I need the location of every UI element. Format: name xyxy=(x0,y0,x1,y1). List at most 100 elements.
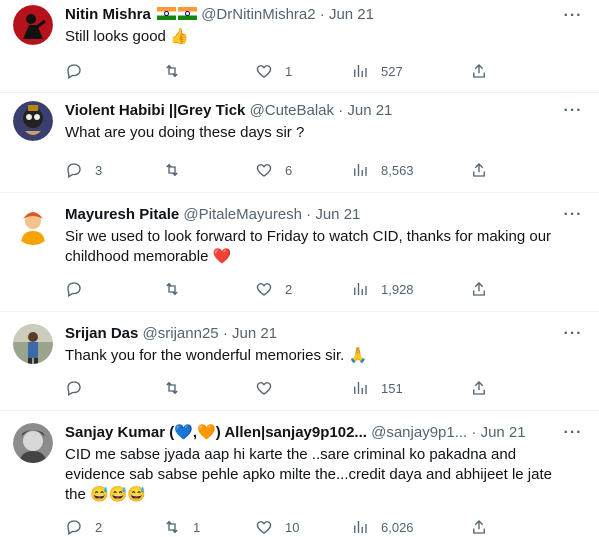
tweet-date[interactable]: Jun 21 xyxy=(481,424,526,441)
tweet-header: Nitin Mishra @DrNitinMishra2 · Jun 21 xyxy=(65,5,559,25)
views-button[interactable]: 527 xyxy=(351,61,403,81)
like-count: 1 xyxy=(285,63,293,79)
author-name[interactable]: Nitin Mishra xyxy=(65,6,151,23)
like-count: 10 xyxy=(285,519,300,535)
like-button[interactable]: 1 xyxy=(255,61,292,81)
separator: · xyxy=(222,325,228,342)
share-icon xyxy=(473,64,485,78)
share-button[interactable] xyxy=(470,517,488,537)
folded-hands-emoji: 🙏 xyxy=(348,347,368,364)
views-icon xyxy=(354,521,367,533)
retweet-button[interactable] xyxy=(163,160,181,180)
retweet-button[interactable] xyxy=(163,279,181,299)
views-icon xyxy=(354,382,367,394)
share-button[interactable] xyxy=(470,378,488,398)
avatar[interactable] xyxy=(13,324,53,364)
more-icon[interactable]: ··· xyxy=(561,324,585,344)
more-icon[interactable]: ··· xyxy=(561,6,585,26)
heart-icon xyxy=(256,164,272,177)
author-name[interactable]: Sanjay Kumar (💙,🧡) Allen|sanjay9p102... xyxy=(65,424,367,441)
tweet[interactable]: Violent Habibi ||Grey Tick @CuteBalak · … xyxy=(0,93,599,193)
like-button[interactable]: 10 xyxy=(255,517,299,537)
sweat-smile-emoji: 😅😅😅 xyxy=(90,486,147,503)
like-button[interactable] xyxy=(255,378,273,398)
avatar[interactable] xyxy=(13,101,53,141)
retweet-button[interactable] xyxy=(163,61,181,81)
like-count: 2 xyxy=(285,281,293,297)
red-heart-emoji: ❤️ xyxy=(212,248,232,265)
reply-icon xyxy=(67,282,81,297)
share-button[interactable] xyxy=(470,160,488,180)
views-count: 1,928 xyxy=(381,281,414,297)
share-icon xyxy=(473,163,485,177)
like-button[interactable]: 6 xyxy=(255,160,292,180)
reply-button[interactable] xyxy=(65,279,83,299)
more-icon[interactable]: ··· xyxy=(561,423,585,443)
reply-feed: Nitin Mishra @DrNitinMishra2 · Jun 21 St… xyxy=(0,0,599,537)
retweet-icon xyxy=(166,64,178,78)
share-icon xyxy=(473,282,485,296)
author-handle[interactable]: @PitaleMayuresh xyxy=(183,206,302,223)
tweet-text: Thank you for the wonderful memories sir… xyxy=(65,346,559,366)
reply-icon xyxy=(67,520,81,535)
retweet-icon xyxy=(166,282,178,296)
like-count: 6 xyxy=(285,162,293,178)
share-button[interactable] xyxy=(470,279,488,299)
views-button[interactable]: 6,026 xyxy=(351,517,414,537)
tweet[interactable]: Mayuresh Pitale @PitaleMayuresh · Jun 21… xyxy=(0,193,599,312)
share-button[interactable] xyxy=(470,61,488,81)
views-count: 151 xyxy=(381,380,403,396)
views-button[interactable]: 151 xyxy=(351,378,403,398)
author-handle[interactable]: @CuteBalak xyxy=(250,102,334,119)
author-handle[interactable]: @srijann25 xyxy=(143,325,219,342)
tweet-text: CID me sabse jyada aap hi karte the ..sa… xyxy=(65,445,559,505)
avatar[interactable] xyxy=(13,205,53,245)
views-count: 8,563 xyxy=(381,162,414,178)
tweet-body: Thank you for the wonderful memories sir… xyxy=(65,347,345,364)
tweet-date[interactable]: Jun 21 xyxy=(347,102,392,119)
tweet-date[interactable]: Jun 21 xyxy=(232,325,277,342)
avatar[interactable] xyxy=(13,5,53,45)
views-icon xyxy=(354,65,367,77)
tweet-header: Sanjay Kumar (💙,🧡) Allen|sanjay9p102... … xyxy=(65,423,559,443)
author-handle[interactable]: @sanjay9p1... xyxy=(371,424,467,441)
tweet-header: Violent Habibi ||Grey Tick @CuteBalak · … xyxy=(65,101,559,121)
tweet-body: Still looks good xyxy=(65,28,166,45)
retweet-count: 1 xyxy=(193,519,201,535)
tweet[interactable]: Srijan Das @srijann25 · Jun 21 Thank you… xyxy=(0,312,599,411)
views-button[interactable]: 8,563 xyxy=(351,160,414,180)
tweet[interactable]: Sanjay Kumar (💙,🧡) Allen|sanjay9p102... … xyxy=(0,411,599,537)
like-button[interactable]: 2 xyxy=(255,279,292,299)
tweet-date[interactable]: Jun 21 xyxy=(315,206,360,223)
reply-button[interactable]: 3 xyxy=(65,160,102,180)
heart-icon xyxy=(256,65,272,78)
reply-button[interactable]: 2 xyxy=(65,517,102,537)
retweet-button[interactable] xyxy=(163,378,181,398)
reply-count: 2 xyxy=(95,519,103,535)
avatar[interactable] xyxy=(13,423,53,463)
reply-button[interactable] xyxy=(65,61,83,81)
reply-icon xyxy=(67,64,81,79)
tweet[interactable]: Nitin Mishra @DrNitinMishra2 · Jun 21 St… xyxy=(0,0,599,93)
retweet-icon xyxy=(166,381,178,395)
views-button[interactable]: 1,928 xyxy=(351,279,414,299)
reply-count: 3 xyxy=(95,162,103,178)
views-icon xyxy=(354,283,367,295)
more-icon[interactable]: ··· xyxy=(561,101,585,121)
author-handle[interactable]: @DrNitinMishra2 xyxy=(201,6,315,23)
tweet-header: Srijan Das @srijann25 · Jun 21 xyxy=(65,324,559,344)
tweet-text: Sir we used to look forward to Friday to… xyxy=(65,227,559,267)
author-name[interactable]: Violent Habibi ||Grey Tick xyxy=(65,102,245,119)
reply-button[interactable] xyxy=(65,378,83,398)
author-name[interactable]: Mayuresh Pitale xyxy=(65,206,179,223)
india-flag-icon xyxy=(157,7,177,20)
reply-icon xyxy=(67,163,81,178)
heart-icon xyxy=(256,521,272,534)
separator: · xyxy=(319,6,325,23)
share-icon xyxy=(473,520,485,534)
more-icon[interactable]: ··· xyxy=(561,205,585,225)
separator: · xyxy=(471,424,477,441)
tweet-date[interactable]: Jun 21 xyxy=(329,6,374,23)
retweet-button[interactable]: 1 xyxy=(163,517,200,537)
author-name[interactable]: Srijan Das xyxy=(65,325,138,342)
